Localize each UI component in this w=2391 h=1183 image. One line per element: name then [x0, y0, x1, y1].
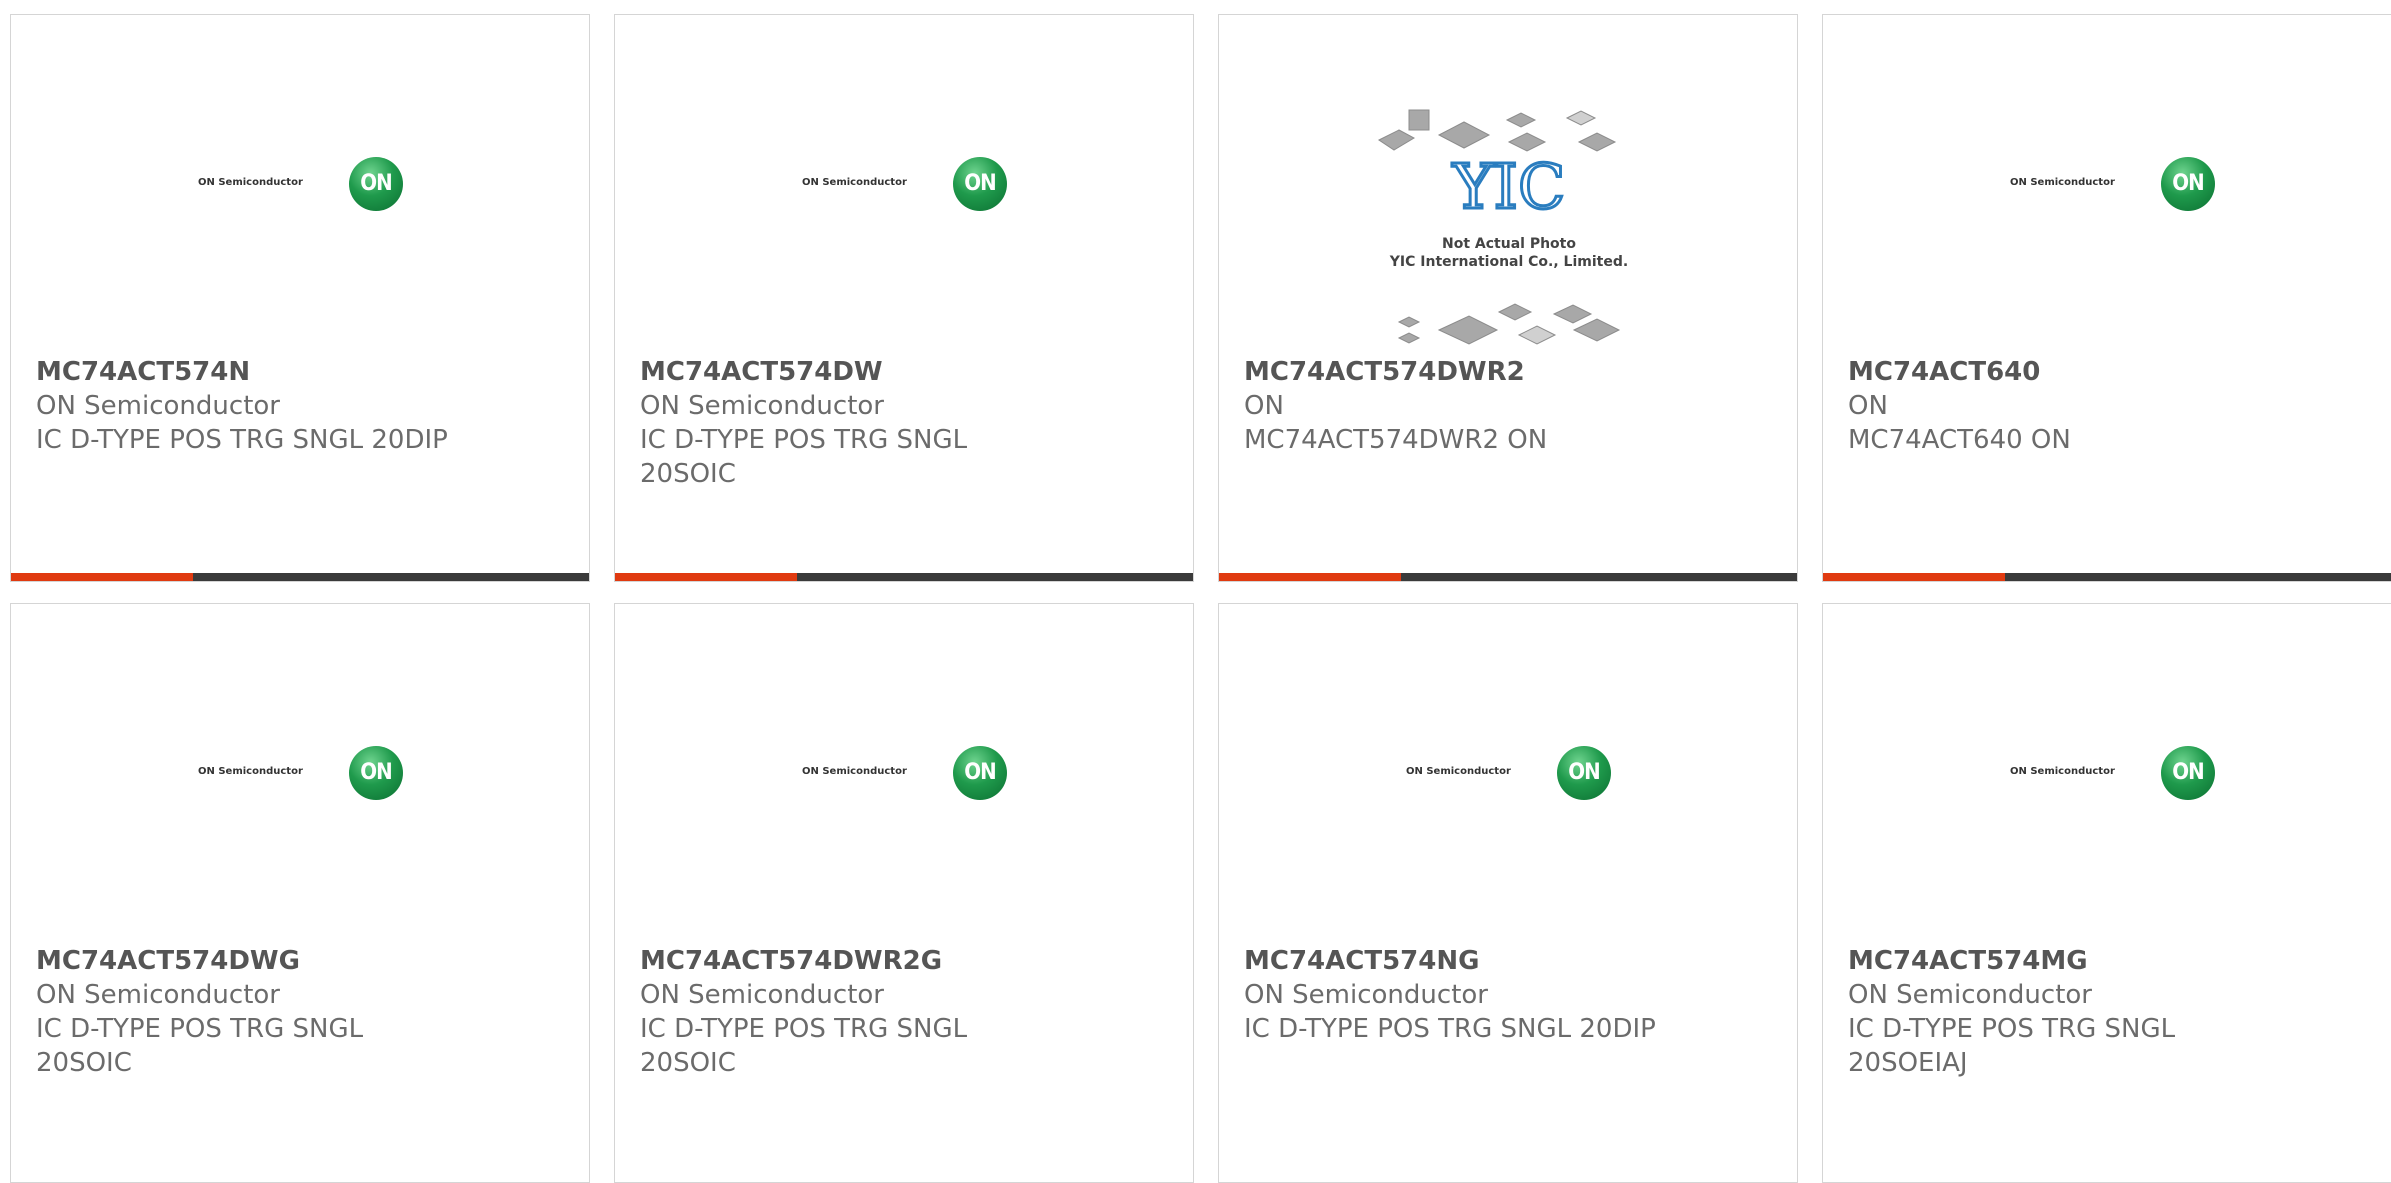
- description: IC D-TYPE POS TRG SNGL 20DIP: [1244, 1014, 1656, 1044]
- part-number[interactable]: MC74ACT574MG: [1848, 944, 2201, 978]
- description: IC D-TYPE POS TRG SNGL 20SOIC: [640, 425, 968, 489]
- description: IC D-TYPE POS TRG SNGL 20SOIC: [640, 1014, 968, 1078]
- manufacturer: ON Semiconductor: [1848, 980, 2092, 1010]
- on-logo-icon: ON: [2161, 746, 2215, 800]
- card-accent: [615, 573, 798, 581]
- on-semiconductor-logo: ON Semiconductor ON: [802, 157, 1012, 213]
- manufacturer: ON Semiconductor: [640, 980, 884, 1010]
- product-image[interactable]: ON Semiconductor ON: [11, 604, 589, 949]
- part-number[interactable]: MC74ACT574DWR2G: [640, 944, 993, 978]
- part-number[interactable]: MC74ACT574N: [36, 355, 564, 389]
- not-actual-photo-caption: Not Actual Photo: [1442, 236, 1576, 252]
- product-image[interactable]: ON Semiconductor ON: [615, 15, 1193, 360]
- manufacturer: ON Semiconductor: [1244, 980, 1488, 1010]
- on-logo-icon: ON: [349, 746, 403, 800]
- card-bottom-bar: [1823, 573, 2391, 581]
- yic-mark: YIC: [1452, 150, 1566, 223]
- manufacturer: ON Semiconductor: [640, 391, 884, 421]
- part-number[interactable]: MC74ACT574DWG: [36, 944, 389, 978]
- description: MC74ACT640 ON: [1848, 425, 2071, 455]
- product-card[interactable]: ON Semiconductor ON MC74ACT574N ON Semic…: [10, 14, 590, 582]
- card-bottom-bar: [1219, 573, 1797, 581]
- on-semiconductor-logo: ON Semiconductor ON: [2010, 157, 2220, 213]
- product-card[interactable]: ON Semiconductor ON MC74ACT640 ON MC74AC…: [1822, 14, 2391, 582]
- product-card[interactable]: ON Semiconductor ON MC74ACT574MG ON Semi…: [1822, 603, 2391, 1183]
- product-card[interactable]: ON Semiconductor ON MC74ACT574DWG ON Sem…: [10, 603, 590, 1183]
- manufacturer: ON Semiconductor: [36, 980, 280, 1010]
- product-image[interactable]: ON Semiconductor ON: [1219, 604, 1797, 949]
- card-bottom-bar: [615, 573, 1193, 581]
- yic-company-caption: YIC International Co., Limited.: [1389, 254, 1628, 270]
- description: IC D-TYPE POS TRG SNGL 20DIP: [36, 425, 448, 455]
- on-semiconductor-logo: ON Semiconductor ON: [2010, 746, 2220, 802]
- description: IC D-TYPE POS TRG SNGL 20SOIC: [36, 1014, 364, 1078]
- card-accent: [1823, 573, 2006, 581]
- product-card[interactable]: ON Semiconductor ON MC74ACT574DWR2G ON S…: [614, 603, 1194, 1183]
- product-image[interactable]: ON Semiconductor ON: [11, 15, 589, 360]
- on-logo-icon: ON: [349, 157, 403, 211]
- product-image[interactable]: ON Semiconductor ON: [1823, 15, 2391, 360]
- product-image[interactable]: ON Semiconductor ON: [615, 604, 1193, 949]
- product-card[interactable]: ON Semiconductor ON MC74ACT574DW ON Semi…: [614, 14, 1194, 582]
- product-image[interactable]: ON Semiconductor ON: [1823, 604, 2391, 949]
- on-semiconductor-logo: ON Semiconductor ON: [1406, 746, 1616, 802]
- card-accent: [1219, 573, 1402, 581]
- card-accent: [11, 573, 194, 581]
- on-semiconductor-logo: ON Semiconductor ON: [802, 746, 1012, 802]
- manufacturer: ON: [1848, 391, 1888, 421]
- part-number[interactable]: MC74ACT574DW: [640, 355, 993, 389]
- product-card[interactable]: ON Semiconductor ON MC74ACT574NG ON Semi…: [1218, 603, 1798, 1183]
- manufacturer: ON: [1244, 391, 1284, 421]
- not-actual-photo-placeholder: YIC Not Actual Photo YIC International C…: [1378, 109, 1628, 345]
- description: IC D-TYPE POS TRG SNGL 20SOEIAJ: [1848, 1014, 2176, 1078]
- product-card[interactable]: YIC Not Actual Photo YIC International C…: [1218, 14, 1798, 582]
- card-bottom-bar: [11, 573, 589, 581]
- part-number[interactable]: MC74ACT574NG: [1244, 944, 1772, 978]
- manufacturer: ON Semiconductor: [36, 391, 280, 421]
- on-semiconductor-logo: ON Semiconductor ON: [198, 157, 408, 213]
- on-logo-icon: ON: [953, 746, 1007, 800]
- on-semiconductor-logo: ON Semiconductor ON: [198, 746, 408, 802]
- description: MC74ACT574DWR2 ON: [1244, 425, 1548, 455]
- on-logo-icon: ON: [1557, 746, 1611, 800]
- on-logo-icon: ON: [953, 157, 1007, 211]
- part-number[interactable]: MC74ACT640: [1848, 355, 2376, 389]
- product-image[interactable]: YIC Not Actual Photo YIC International C…: [1219, 15, 1797, 360]
- part-number[interactable]: MC74ACT574DWR2: [1244, 355, 1772, 389]
- on-logo-icon: ON: [2161, 157, 2215, 211]
